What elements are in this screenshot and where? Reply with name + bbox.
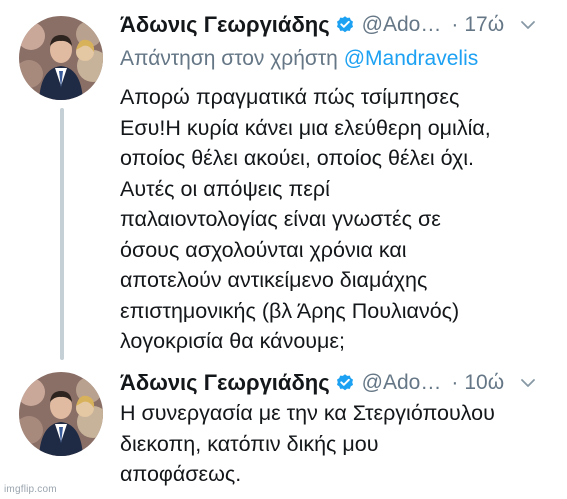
tweet-header: Άδωνις Γεωργιάδης @Ado… · 17ώ	[120, 10, 555, 40]
tweet-text-line: Η συνεργασία με την κα Στεργιόπουλου	[120, 401, 495, 425]
tweet-text-line: οποίος θέλει ακούει, οποίος θέλει όχι.	[120, 146, 475, 170]
tweet-text-line: αποφάσεως.	[120, 462, 242, 486]
tweet-text-line: επιστημονικής (βλ Άρης Πουλιανός)	[120, 298, 460, 323]
tweet-header: Άδωνις Γεωργιάδης @Ado… · 10ώ	[120, 368, 555, 398]
chevron-down-icon[interactable]	[519, 374, 537, 392]
profile-photo-image	[19, 16, 103, 100]
tweet-text-line: αποτελούν αντικείμενο διαμάχης	[120, 268, 428, 292]
verified-badge-icon	[335, 15, 355, 35]
tweet-text-line: Αυτές οι απόψεις περί	[120, 176, 330, 201]
tweet-timestamp[interactable]: 17ώ	[464, 13, 504, 37]
profile-photo-image	[19, 372, 103, 456]
reply-context: Απάντηση στον χρήστη @Mandravelis	[120, 47, 478, 71]
tweet-timestamp[interactable]: 10ώ	[464, 371, 504, 395]
tweet-body: Απορώ πραγματικά πώς τσίμπησες Εσυ!Η κυρ…	[120, 82, 560, 357]
tweet-text-line: όσους ασχολούνται χρόνια και	[120, 237, 407, 262]
tweet-text-line: Απορώ πραγματικά πώς τσίμπησες	[120, 85, 460, 109]
tweet-text-line: παλαιοντολογίας είναι γνωστές σε	[120, 207, 441, 231]
watermark: imgflip.com	[4, 484, 57, 495]
avatar[interactable]	[19, 372, 103, 456]
author-handle[interactable]: @Ado…	[362, 13, 442, 37]
author-name[interactable]: Άδωνις Γεωργιάδης	[120, 12, 330, 38]
author-name[interactable]: Άδωνις Γεωργιάδης	[120, 370, 330, 396]
verified-badge-icon	[335, 373, 355, 393]
thread-connector-line	[60, 108, 64, 360]
tweet-text-line: λογοκρισία θα κάνουμε;	[120, 329, 345, 353]
author-handle[interactable]: @Ado…	[362, 371, 442, 395]
chevron-down-icon[interactable]	[519, 16, 537, 34]
reply-prefix: Απάντηση στον χρήστη	[120, 47, 338, 70]
tweet-text-line: διεκοπη, κατόπιν δικής μου	[120, 431, 379, 456]
tweet-text-line: Εσυ!Η κυρία κάνει μια ελεύθερη ομιλία,	[120, 115, 491, 140]
avatar[interactable]	[19, 16, 103, 100]
meta-separator: ·	[451, 371, 459, 394]
reply-mention-link[interactable]: @Mandravelis	[344, 47, 479, 70]
tweet-body: Η συνεργασία με την κα Στεργιόπουλου διε…	[120, 398, 560, 490]
meta-separator: ·	[451, 13, 459, 36]
